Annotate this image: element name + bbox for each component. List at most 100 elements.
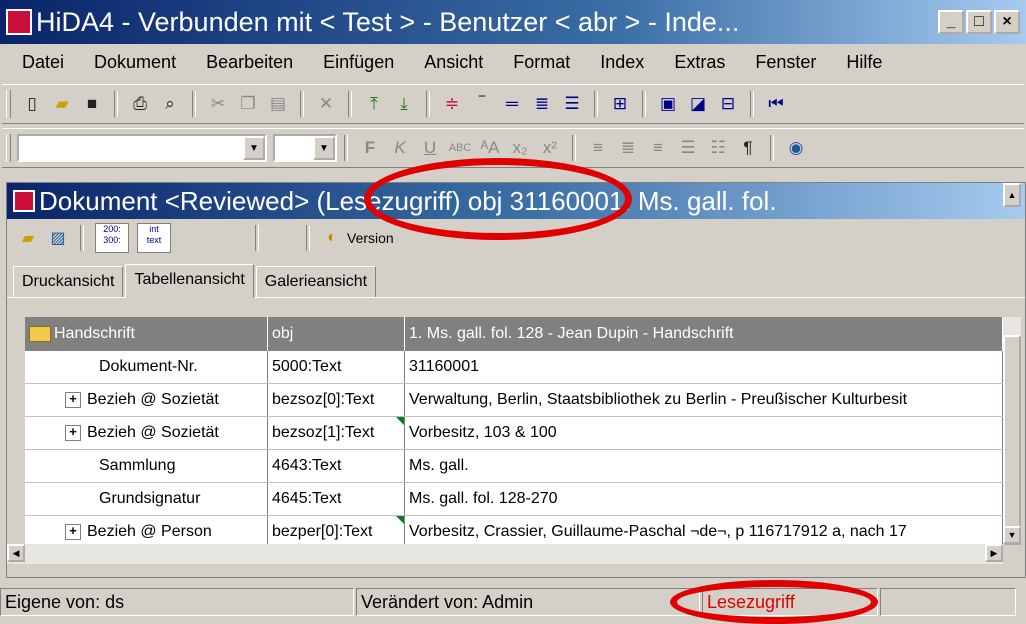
tab-galerieansicht[interactable]: Galerieansicht xyxy=(255,266,377,297)
toolbar-grip[interactable] xyxy=(6,134,11,162)
tree-window-icon[interactable]: ⊟ xyxy=(715,91,741,117)
strikethrough-icon[interactable]: ABC xyxy=(447,135,473,161)
menu-extras[interactable]: Extras xyxy=(656,52,737,73)
row-value-cell[interactable]: Verwaltung, Berlin, Staatsbibliothek zu … xyxy=(404,383,1003,417)
minimize-button[interactable]: _ xyxy=(938,10,964,34)
font-size-change-icon[interactable]: ᴬA xyxy=(477,135,503,161)
expand-plus-icon[interactable]: + xyxy=(65,523,81,540)
bold-icon[interactable]: F xyxy=(357,135,383,161)
globe-icon[interactable]: ◉ xyxy=(783,135,809,161)
paste-icon[interactable]: ▤ xyxy=(265,91,291,117)
row-label-cell[interactable]: + Bezieh @ Sozietät xyxy=(25,416,268,450)
document-title-bar[interactable]: Dokument <Reviewed> (Lesezugriff) obj 31… xyxy=(7,183,1025,219)
scroll-right-arrow[interactable]: ▶ xyxy=(985,544,1003,562)
superscript-icon[interactable]: x² xyxy=(537,135,563,161)
align-center-icon[interactable]: ≣ xyxy=(615,135,641,161)
insert-above-icon[interactable]: ⤒ xyxy=(361,91,387,117)
row-label-cell[interactable]: + Bezieh @ Person xyxy=(25,515,268,544)
copy-icon[interactable]: ❐ xyxy=(235,91,261,117)
open-folder-icon[interactable]: ▰ xyxy=(49,91,75,117)
menu-datei[interactable]: Datei xyxy=(0,52,76,73)
row-field-cell[interactable]: 5000:Text xyxy=(267,351,405,384)
menu-format[interactable]: Format xyxy=(495,52,582,73)
field-numbers-button[interactable]: 200: 300: xyxy=(95,223,129,253)
tab-druckansicht[interactable]: Druckansicht xyxy=(13,266,124,297)
maximize-button[interactable]: □ xyxy=(966,10,992,34)
menu-dokument[interactable]: Dokument xyxy=(76,52,188,73)
row-label-cell[interactable]: Grundsignatur xyxy=(25,482,268,516)
pilcrow-icon[interactable]: ¶ xyxy=(735,135,761,161)
print-preview-icon[interactable]: ⌕ xyxy=(157,91,183,117)
column-header-handschrift[interactable]: Handschrift xyxy=(25,317,268,351)
menu-index[interactable]: Index xyxy=(582,52,656,73)
folder-tree-icon[interactable]: ▰ xyxy=(13,224,43,252)
line-icon[interactable]: ‾ xyxy=(469,91,495,117)
table-row[interactable]: Grundsignatur 4645:Text Ms. gall. fol. 128… xyxy=(25,482,1003,516)
menu-ansicht[interactable]: Ansicht xyxy=(406,52,495,73)
menu-einfuegen[interactable]: Einfügen xyxy=(305,52,406,73)
row-label-cell[interactable]: Dokument-Nr. xyxy=(25,351,268,384)
menu-fenster[interactable]: Fenster xyxy=(737,52,828,73)
menu-bearbeiten[interactable]: Bearbeiten xyxy=(188,52,305,73)
row-value-cell[interactable]: Ms. gall. xyxy=(404,449,1003,483)
row-value-cell[interactable]: 31160001 xyxy=(404,351,1003,384)
version-button[interactable]: Version xyxy=(347,230,394,246)
app-title-bar[interactable]: HiDA4 - Verbunden mit < Test > - Benutze… xyxy=(0,0,1026,44)
row-field-cell[interactable]: 4643:Text xyxy=(267,449,405,483)
table-row[interactable]: Dokument-Nr. 5000:Text 31160001 xyxy=(25,351,1003,384)
column-header-record[interactable]: 1. Ms. gall. fol. 128 - Jean Dupin - Han… xyxy=(404,317,1003,351)
search-window-icon[interactable]: ◪ xyxy=(685,91,711,117)
scroll-down-arrow[interactable]: ▼ xyxy=(1003,526,1021,544)
hierarchy-icon[interactable]: ⊞ xyxy=(607,91,633,117)
scroll-up-arrow[interactable]: ▲ xyxy=(1003,183,1021,207)
toolbar-grip[interactable] xyxy=(6,90,11,118)
row-field-cell[interactable]: bezsoz[1]:Text xyxy=(267,416,405,450)
table-row[interactable]: + Bezieh @ Person bezper[0]:Text Vorbesitz,… xyxy=(25,515,1003,544)
window-icon[interactable]: ▣ xyxy=(655,91,681,117)
save-icon[interactable]: ■ xyxy=(79,91,105,117)
close-button[interactable]: × xyxy=(994,10,1020,34)
split-icon[interactable]: ≑ xyxy=(439,91,465,117)
first-record-icon[interactable]: ⏮ xyxy=(763,91,789,117)
row-value-cell[interactable]: Vorbesitz, 103 & 100 xyxy=(404,416,1003,450)
cut-icon[interactable]: ✂ xyxy=(205,91,231,117)
indent-list-icon[interactable]: ☰ xyxy=(559,91,585,117)
vertical-scroll-thumb[interactable] xyxy=(1003,335,1021,545)
table-row[interactable]: + Bezieh @ Sozietät bezsoz[1]:Text Vorbesit… xyxy=(25,416,1003,450)
tab-tabellenansicht[interactable]: Tabellenansicht xyxy=(125,264,254,298)
int-text-button[interactable]: int text xyxy=(137,223,171,253)
expand-plus-icon[interactable]: + xyxy=(65,391,81,408)
delete-icon[interactable]: ✕ xyxy=(313,91,339,117)
bullet-list-icon[interactable]: ☰ xyxy=(675,135,701,161)
font-size-combo[interactable]: ▼ xyxy=(273,134,337,162)
underline-icon[interactable]: U xyxy=(417,135,443,161)
row-value-cell[interactable]: Vorbesitz, Crassier, Guillaume-Paschal ¬… xyxy=(404,515,1003,544)
new-document-icon[interactable]: ▯ xyxy=(19,91,45,117)
menu-hilfe[interactable]: Hilfe xyxy=(828,52,894,73)
vertical-scrollbar[interactable]: ▲ ▼ xyxy=(1003,183,1021,545)
subscript-icon[interactable]: x₂ xyxy=(507,135,533,161)
expand-plus-icon[interactable]: + xyxy=(65,424,81,441)
image-icon[interactable]: ▨ xyxy=(43,224,73,252)
row-field-cell[interactable]: bezsoz[0]:Text xyxy=(267,383,405,417)
italic-icon[interactable]: K xyxy=(387,135,413,161)
scroll-left-arrow[interactable]: ◀ xyxy=(7,544,25,562)
row-field-cell[interactable]: bezper[0]:Text xyxy=(267,515,405,544)
chevron-down-icon[interactable]: ▼ xyxy=(243,136,265,160)
align-right-icon[interactable]: ≡ xyxy=(645,135,671,161)
chevron-down-icon[interactable]: ▼ xyxy=(313,136,335,160)
table-row[interactable]: Sammlung 4643:Text Ms. gall. xyxy=(25,449,1003,483)
row-label-cell[interactable]: + Bezieh @ Sozietät xyxy=(25,383,268,417)
row-value-cell[interactable]: Ms. gall. fol. 128-270 xyxy=(404,482,1003,516)
table-row[interactable]: + Bezieh @ Sozietät bezsoz[0]:Text Verwaltu… xyxy=(25,383,1003,417)
align-left-icon[interactable]: ≡ xyxy=(585,135,611,161)
double-line-icon[interactable]: ═ xyxy=(499,91,525,117)
print-icon[interactable]: ⎙ xyxy=(127,91,153,117)
numbered-list-icon[interactable]: ☷ xyxy=(705,135,731,161)
row-field-cell[interactable]: 4645:Text xyxy=(267,482,405,516)
horizontal-scrollbar[interactable]: ◀ ▶ xyxy=(7,544,1003,564)
column-header-obj[interactable]: obj xyxy=(267,317,405,351)
row-label-cell[interactable]: Sammlung xyxy=(25,449,268,483)
list-icon[interactable]: ≣ xyxy=(529,91,555,117)
font-name-combo[interactable]: ▼ xyxy=(17,134,267,162)
